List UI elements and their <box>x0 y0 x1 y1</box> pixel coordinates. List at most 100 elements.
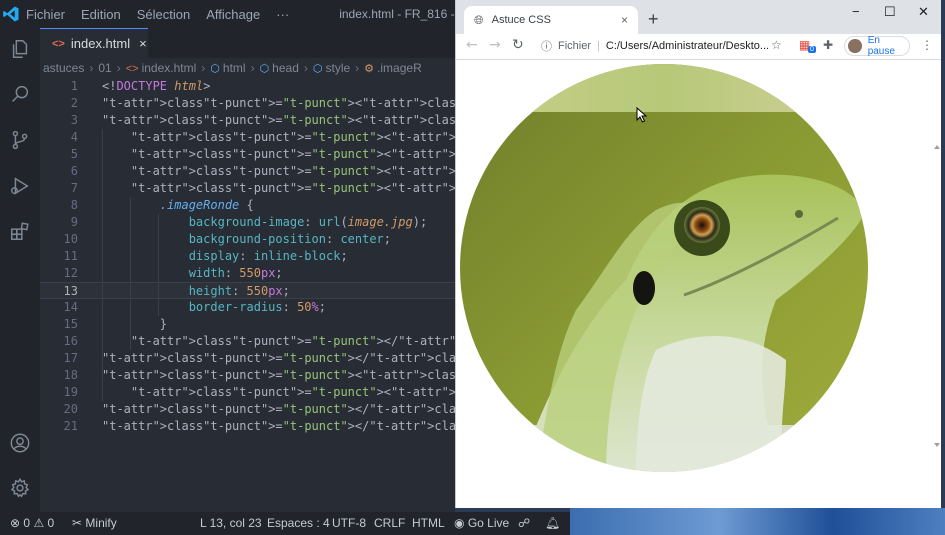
globe-icon: 🌐︎ <box>474 12 484 27</box>
code-text: "t-attr">class"t-punct">="t-punct"></"t-… <box>102 351 455 365</box>
code-text: "t-attr">class"t-punct">="t-punct"><"t-a… <box>102 368 455 382</box>
cursor-position[interactable]: L 13, col 23 <box>200 512 262 535</box>
chevron-right-icon: › <box>250 61 255 75</box>
profile-status: En pause <box>867 35 895 57</box>
menu-affichage[interactable]: Affichage <box>198 7 268 22</box>
explorer-icon[interactable] <box>7 36 33 62</box>
vertical-scrollbar[interactable] <box>933 60 941 508</box>
code-text: background-position: center; <box>188 232 392 246</box>
line-number: 12 <box>63 266 78 280</box>
desktop-background <box>570 508 945 535</box>
code-line[interactable]: 1 <!DOCTYPE html> <box>40 78 455 95</box>
code-text: } <box>159 317 168 331</box>
line-number: 18 <box>63 368 78 382</box>
activity-bar <box>0 28 40 512</box>
encoding-status[interactable]: UTF-8 <box>332 512 366 535</box>
code-text: "t-attr">class"t-punct">="t-punct"><"t-a… <box>130 147 455 161</box>
cube-icon: ⬡ <box>210 63 220 75</box>
line-number: 1 <box>70 79 78 93</box>
tab-label: index.html <box>70 36 131 51</box>
breadcrumb-item[interactable]: ⬡ style <box>310 61 353 75</box>
info-icon[interactable]: ⓘ <box>541 38 552 54</box>
source-control-icon[interactable] <box>7 127 33 153</box>
indent-guide <box>158 214 159 316</box>
line-number: 9 <box>70 215 78 229</box>
settings-gear-icon[interactable] <box>7 475 33 501</box>
breadcrumb-item[interactable]: ⚙ .imageR <box>361 61 425 75</box>
line-number: 21 <box>63 419 78 433</box>
breadcrumb-item[interactable]: astuces <box>40 61 87 75</box>
chrome-tab-strip: 🌐︎ Astuce CSS × + − ☐ ✕ <box>456 0 941 34</box>
code-line[interactable]: 20 "t-attr">class"t-punct">="t-punct"></"… <box>40 401 455 418</box>
search-icon[interactable] <box>7 81 33 107</box>
feedback-icon[interactable]: ☍ <box>518 512 530 535</box>
minify-label: Minify <box>85 516 117 530</box>
scroll-up-arrow-icon[interactable] <box>934 145 940 149</box>
line-number: 11 <box>63 249 78 263</box>
profile-button[interactable]: En pause <box>844 35 910 57</box>
maximize-button[interactable]: ☐ <box>884 4 896 20</box>
warning-count: 0 <box>47 516 55 530</box>
code-text: .imageRonde { <box>159 198 254 212</box>
indentation-status[interactable]: Espaces : 4 <box>267 512 330 535</box>
new-tab-button[interactable]: + <box>648 9 659 30</box>
line-number: 8 <box>70 198 78 212</box>
menu-edition[interactable]: Edition <box>73 7 129 22</box>
broadcast-icon: ◉ <box>454 516 465 530</box>
indent-guide <box>102 384 103 401</box>
run-debug-icon[interactable] <box>7 173 33 199</box>
account-icon[interactable] <box>7 430 33 456</box>
close-window-button[interactable]: ✕ <box>918 4 929 20</box>
code-text: "t-attr">class"t-punct">="t-punct"></"t-… <box>102 402 455 416</box>
tab-close-icon[interactable]: × <box>139 36 147 51</box>
chrome-tab-close-icon[interactable]: × <box>621 13 628 27</box>
code-text: <!DOCTYPE html> <box>102 79 211 93</box>
tab-index-html[interactable]: <> index.html × <box>40 28 148 58</box>
bookmark-star-icon[interactable]: ☆ <box>771 38 782 52</box>
menu-more[interactable]: ··· <box>268 7 297 22</box>
extensions-icon[interactable] <box>7 218 33 244</box>
minimize-button[interactable]: − <box>852 4 860 19</box>
minify-button[interactable]: ✂ Minify <box>72 512 117 535</box>
address-url: C:/Users/Administrateur/Deskto... <box>605 40 770 52</box>
language-status[interactable]: HTML <box>412 512 445 535</box>
code-text: border-radius: 50%; <box>188 300 326 314</box>
css-rule-icon: ⚙ <box>364 63 375 75</box>
code-line[interactable]: 3 "t-attr">class"t-punct">="t-punct"><"t-… <box>40 112 455 129</box>
line-number: 4 <box>70 130 78 144</box>
error-count: 0 <box>23 516 31 530</box>
warning-icon: ⚠ <box>33 516 45 530</box>
code-line[interactable]: 21 "t-attr">class"t-punct">="t-punct"></"… <box>40 418 455 435</box>
chrome-tab-astuce-css[interactable]: 🌐︎ Astuce CSS × <box>464 6 638 34</box>
back-arrow-icon[interactable]: ← <box>466 37 478 53</box>
breadcrumb-item[interactable]: 01 <box>95 61 114 75</box>
breadcrumb-item[interactable]: ⬡ head <box>257 61 302 75</box>
breadcrumb-item[interactable]: ⬡ html <box>207 61 248 75</box>
scroll-down-arrow-icon[interactable] <box>934 443 940 447</box>
breadcrumb-item[interactable]: <> index.html <box>123 61 200 75</box>
html-file-icon: <> <box>52 37 65 50</box>
line-number: 6 <box>70 164 78 178</box>
breadcrumb-label: index.html <box>141 61 197 75</box>
menu-fichier[interactable]: Fichier <box>20 7 73 22</box>
code-text: display: inline-block; <box>188 249 348 263</box>
go-live-button[interactable]: ◉ Go Live <box>454 512 509 535</box>
menu-selection[interactable]: Sélection <box>129 7 198 22</box>
breadcrumb-label: html <box>222 61 246 75</box>
code-line[interactable]: 2 "t-attr">class"t-punct">="t-punct"><"t-… <box>40 95 455 112</box>
reload-icon[interactable]: ↻ <box>512 37 524 53</box>
more-menu-icon[interactable]: ⋮ <box>921 38 933 52</box>
editor-tab-bar: <> index.html × <box>40 28 455 58</box>
chrome-window: 🌐︎ Astuce CSS × + − ☐ ✕ ← → ↻ ⓘ Fichier … <box>455 0 941 508</box>
problems-status[interactable]: ⊗ 0 ⚠ 0 <box>10 512 54 535</box>
code-editor[interactable]: 21 "t-attr">class"t-punct">="t-punct"></"… <box>40 78 455 512</box>
notifications-bell-icon[interactable]: 🔔︎ <box>545 512 560 535</box>
forward-arrow-icon[interactable]: → <box>489 37 501 53</box>
breadcrumb: astuces › 01 › <> index.html › ⬡ html › ⬡ h… <box>40 58 455 78</box>
address-bar[interactable]: ⓘ Fichier | C:/Users/Administrateur/Desk… <box>535 35 791 57</box>
eol-status[interactable]: CRLF <box>374 512 405 535</box>
line-number: 10 <box>63 232 78 246</box>
go-live-label: Go Live <box>467 516 510 530</box>
address-scheme-label: Fichier <box>558 40 592 52</box>
extensions-puzzle-icon[interactable]: ✚ <box>823 38 833 52</box>
